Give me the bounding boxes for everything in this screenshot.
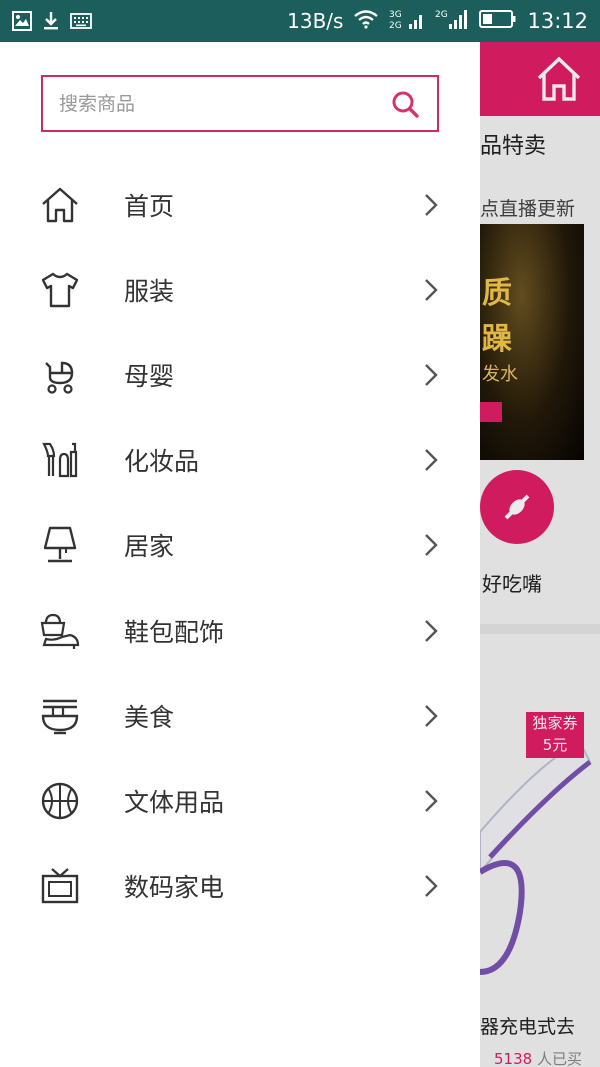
menu-item-label: 数码家电 bbox=[124, 873, 225, 903]
navigation-drawer: 首页 服装 母婴 化妆品 居家 bbox=[0, 42, 480, 1067]
menu-item-label: 居家 bbox=[124, 532, 175, 562]
menu-item-label: 首页 bbox=[124, 191, 175, 221]
chevron-right-icon bbox=[425, 619, 438, 642]
stroller-icon bbox=[38, 353, 82, 397]
menu-item-food[interactable]: 美食 bbox=[0, 673, 480, 758]
menu-item-label: 文体用品 bbox=[124, 787, 225, 817]
menu-item-label: 美食 bbox=[124, 702, 175, 732]
menu-item-clothing[interactable]: 服装 bbox=[0, 247, 480, 332]
menu-item-baby[interactable]: 母婴 bbox=[0, 332, 480, 417]
chevron-right-icon bbox=[425, 790, 438, 812]
tshirt-icon bbox=[38, 268, 82, 312]
menu-item-electronics[interactable]: 数码家电 bbox=[0, 844, 480, 929]
basketball-icon bbox=[38, 779, 82, 823]
chevron-right-icon bbox=[425, 193, 438, 216]
signal-3g-icon: 3G 2G bbox=[389, 8, 425, 35]
chevron-right-icon bbox=[425, 364, 438, 386]
home-icon bbox=[38, 183, 82, 227]
chevron-right-icon bbox=[425, 875, 438, 897]
menu-item-label: 母婴 bbox=[124, 361, 175, 391]
lamp-icon bbox=[38, 523, 82, 567]
status-bar: 13B/s 3G 2G 2G 13:12 bbox=[0, 0, 600, 42]
menu-item-home-living[interactable]: 居家 bbox=[0, 503, 480, 588]
search-input[interactable] bbox=[59, 92, 389, 115]
search-icon[interactable] bbox=[389, 88, 421, 120]
menu-item-cosmetics[interactable]: 化妆品 bbox=[0, 418, 480, 503]
menu-item-sports[interactable]: 文体用品 bbox=[0, 758, 480, 843]
battery-icon bbox=[479, 9, 517, 34]
image-icon bbox=[12, 11, 32, 31]
wifi-icon bbox=[353, 9, 379, 34]
shoe-bag-icon bbox=[38, 609, 82, 653]
chevron-right-icon bbox=[425, 704, 438, 727]
chevron-right-icon bbox=[425, 534, 438, 557]
menu-item-label: 服装 bbox=[124, 276, 175, 306]
network-label-2g-b: 2G bbox=[435, 10, 448, 20]
search-box bbox=[41, 75, 439, 132]
network-label-2g-a: 2G bbox=[389, 21, 402, 30]
download-icon bbox=[42, 11, 60, 31]
chevron-right-icon bbox=[425, 278, 438, 301]
signal-2g-icon: 2G bbox=[435, 8, 469, 35]
keyboard-icon bbox=[70, 13, 92, 29]
drawer-scrim[interactable] bbox=[480, 42, 600, 1067]
cosmetics-icon bbox=[38, 438, 82, 482]
noodle-bowl-icon bbox=[38, 694, 82, 738]
menu-item-home[interactable]: 首页 bbox=[0, 162, 480, 247]
chevron-right-icon bbox=[425, 449, 438, 472]
menu-item-label: 化妆品 bbox=[124, 447, 200, 477]
menu-item-shoes-bags[interactable]: 鞋包配饰 bbox=[0, 588, 480, 673]
clock: 13:12 bbox=[527, 9, 588, 33]
net-speed: 13B/s bbox=[287, 9, 344, 33]
tv-icon bbox=[38, 864, 82, 908]
category-menu: 首页 服装 母婴 化妆品 居家 鞋包配饰 美食 文体用品 数码家电 bbox=[0, 162, 480, 929]
network-label-3g: 3G bbox=[389, 10, 402, 20]
menu-item-label: 鞋包配饰 bbox=[124, 617, 225, 647]
